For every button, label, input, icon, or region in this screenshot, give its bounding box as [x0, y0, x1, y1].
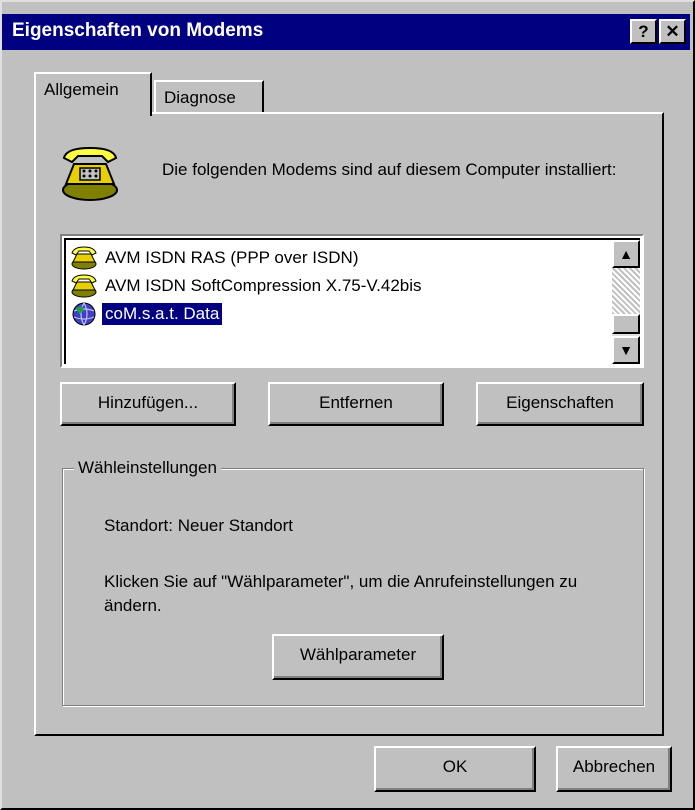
- ok-button[interactable]: OK: [374, 746, 536, 792]
- scroll-thumb[interactable]: [612, 314, 640, 334]
- intro-text: Die folgenden Modems sind auf diesem Com…: [162, 160, 617, 179]
- location-label: Standort: Neuer Standort: [104, 516, 294, 535]
- properties-button[interactable]: Eigenschaften: [476, 382, 644, 426]
- dial-settings-legend: Wähleinstellungen: [74, 458, 221, 478]
- arrow-up-icon: ▲: [619, 246, 633, 262]
- close-icon: ✕: [665, 22, 680, 41]
- list-item-selected[interactable]: coM.s.a.t. Data: [70, 300, 224, 328]
- globe-modem-icon: [72, 302, 96, 326]
- tab-diagnose[interactable]: Diagnose: [154, 80, 264, 116]
- window-title: Eigenschaften von Modems: [12, 20, 264, 41]
- modem-label: coM.s.a.t. Data: [100, 302, 224, 326]
- tab-allgemein[interactable]: Allgemein: [34, 72, 152, 116]
- modem-label: AVM ISDN RAS (PPP over ISDN): [105, 248, 359, 267]
- add-button[interactable]: Hinzufügen...: [60, 382, 236, 426]
- tab-diagnose-label: Diagnose: [164, 88, 236, 107]
- close-button[interactable]: ✕: [659, 19, 686, 44]
- modem-icon: [71, 246, 97, 270]
- modem-list-viewport: AVM ISDN RAS (PPP over ISDN) AVM ISDN So…: [64, 238, 640, 364]
- arrow-down-icon: ▼: [619, 342, 633, 358]
- tab-allgemein-label: Allgemein: [44, 80, 119, 99]
- scroll-track[interactable]: [612, 268, 640, 314]
- title-bar[interactable]: Eigenschaften von Modems ? ✕: [2, 14, 690, 50]
- remove-button[interactable]: Entfernen: [268, 382, 444, 426]
- modem-list[interactable]: AVM ISDN RAS (PPP over ISDN) AVM ISDN So…: [60, 234, 644, 368]
- scroll-down-button[interactable]: ▼: [612, 336, 640, 364]
- list-item[interactable]: AVM ISDN RAS (PPP over ISDN): [70, 244, 361, 272]
- modem-icon: [71, 274, 97, 298]
- list-item[interactable]: AVM ISDN SoftCompression X.75-V.42bis: [70, 272, 425, 300]
- dial-hint-text: Klicken Sie auf "Wählparameter", um die …: [104, 572, 578, 615]
- telephone-icon: [62, 146, 118, 201]
- dialing-properties-button[interactable]: Wählparameter: [272, 634, 444, 680]
- modem-label: AVM ISDN SoftCompression X.75-V.42bis: [105, 276, 422, 295]
- vertical-scrollbar[interactable]: ▲ ▼: [612, 240, 640, 364]
- cancel-button[interactable]: Abbrechen: [556, 746, 672, 792]
- help-button[interactable]: ?: [630, 19, 657, 44]
- scroll-up-button[interactable]: ▲: [612, 240, 640, 268]
